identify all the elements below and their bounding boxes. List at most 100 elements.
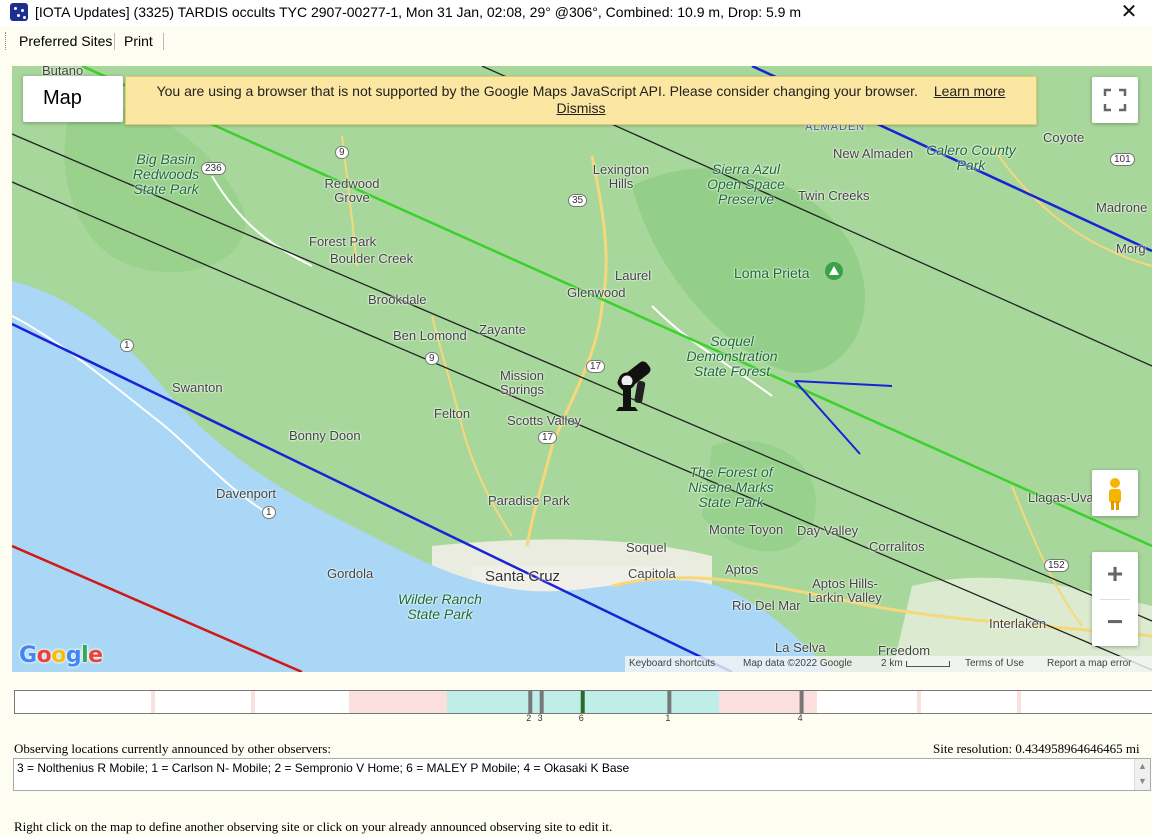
title-bar: [IOTA Updates] (3325) TARDIS occults TYC… <box>0 0 1152 26</box>
map-type-button[interactable]: Map <box>23 76 123 122</box>
instruction-text: Right click on the map to define another… <box>14 819 613 834</box>
zoom-in-button[interactable]: + <box>1092 552 1138 598</box>
zoom-control: + − <box>1092 552 1138 646</box>
place-label: Monte Toyon <box>709 522 784 537</box>
observer-marker-label: 1 <box>665 713 671 723</box>
place-label: Ben Lomond <box>393 328 467 343</box>
star-globe-icon <box>10 3 28 21</box>
banner-message: You are using a browser that is not supp… <box>156 83 918 99</box>
route-shield: 9 <box>335 146 349 159</box>
map-data-credit: Map data ©2022 Google <box>743 658 853 669</box>
timeline-bands <box>151 691 1021 713</box>
park-label: Sierra Azul Open Space Preserve <box>707 161 785 207</box>
observer-marker[interactable] <box>539 691 544 713</box>
terms-link[interactable]: Terms of Use <box>965 658 1024 669</box>
route-shield: 236 <box>201 162 226 175</box>
menu-bar: Preferred Sites Print <box>0 26 1152 56</box>
place-label: Capitola <box>628 566 676 581</box>
zoom-out-button[interactable]: − <box>1092 600 1138 646</box>
park-label: Wilder Ranch State Park <box>398 591 482 622</box>
map-attribution-bar: Keyboard shortcuts Map data ©2022 Google… <box>625 656 1152 672</box>
place-label: Morg <box>1116 241 1146 256</box>
pegman-icon <box>1109 478 1121 510</box>
observer-timeline[interactable] <box>14 690 1152 714</box>
keyboard-shortcuts-link[interactable]: Keyboard shortcuts <box>629 658 715 669</box>
observer-marker-label: 3 <box>537 713 543 723</box>
place-label: Redwood Grove <box>324 176 380 205</box>
learn-more-link[interactable]: Learn more <box>934 83 1006 99</box>
map-type-label: Map <box>43 87 82 109</box>
route-shield: 9 <box>425 352 439 365</box>
place-label: New Almaden <box>833 146 914 161</box>
observer-marker[interactable] <box>799 691 804 713</box>
toolbar-grip[interactable] <box>5 32 8 50</box>
park-label: Soquel Demonstration State Forest <box>686 333 778 379</box>
place-label: Coyote <box>1043 130 1085 145</box>
scale-bar <box>906 661 950 667</box>
place-label: Davenport <box>216 486 276 501</box>
place-label: Soquel <box>626 540 667 555</box>
preferred-sites-menu[interactable]: Preferred Sites <box>19 33 112 49</box>
observers-list: 3 = Nolthenius R Mobile; 1 = Carlson N- … <box>17 761 630 775</box>
place-label: Boulder Creek <box>330 251 414 266</box>
window-title: [IOTA Updates] (3325) TARDIS occults TYC… <box>35 4 801 20</box>
menu-separator <box>114 33 115 50</box>
place-label: Day Valley <box>797 523 859 538</box>
place-label: Aptos <box>725 562 759 577</box>
map-canvas[interactable]: Butano Big Basin Redwoods State Park Red… <box>12 66 1152 672</box>
street-view-button[interactable] <box>1092 470 1138 516</box>
observers-label: Observing locations currently announced … <box>14 741 331 756</box>
route-shield: 17 <box>538 431 558 444</box>
place-label: Interlaken <box>989 616 1047 631</box>
browser-warning-banner: You are using a browser that is not supp… <box>125 76 1037 125</box>
park-label: Big Basin Redwoods State Park <box>132 151 200 197</box>
place-label: Laurel <box>615 268 652 283</box>
place-label: Corralitos <box>869 539 925 554</box>
place-label: Mission Springs <box>499 368 545 397</box>
place-label: Paradise Park <box>488 493 570 508</box>
park-label: Calero County Park <box>926 142 1016 173</box>
fullscreen-button[interactable] <box>1092 77 1138 123</box>
place-label: Bonny Doon <box>289 428 361 443</box>
place-label: Loma Prieta <box>734 265 810 281</box>
place-label: La Selva <box>775 640 826 655</box>
close-icon[interactable]: ✕ <box>1114 1 1144 23</box>
observer-marker-label: 6 <box>578 713 584 723</box>
place-label: Scotts Valley <box>507 413 582 428</box>
place-label: Santa Cruz <box>485 568 561 585</box>
place-label: Forest Park <box>309 234 377 249</box>
observer-marker-label: 2 <box>526 713 532 723</box>
route-shield: 35 <box>568 194 588 207</box>
route-shield: 152 <box>1044 559 1069 572</box>
place-label: Rio Del Mar <box>732 598 801 613</box>
place-label: Felton <box>434 406 471 421</box>
observer-marker[interactable] <box>667 691 672 713</box>
place-label: Zayante <box>479 322 526 337</box>
place-label: Madrone <box>1096 200 1148 215</box>
place-label: Swanton <box>172 380 223 395</box>
route-shield: 1 <box>120 339 134 352</box>
observer-marker-label: 4 <box>797 713 803 723</box>
place-label: Llagas-Uva <box>1028 490 1094 505</box>
place-label: Aptos Hills-Larkin Valley <box>808 576 882 605</box>
observers-list-box[interactable]: 3 = Nolthenius R Mobile; 1 = Carlson N- … <box>13 758 1151 791</box>
place-label: Lexington Hills <box>592 162 650 191</box>
print-menu[interactable]: Print <box>124 33 153 49</box>
route-shield: 1 <box>262 506 276 519</box>
observer-marker[interactable] <box>580 691 585 713</box>
report-error-link[interactable]: Report a map error <box>1047 658 1131 669</box>
place-label: Gordola <box>327 566 374 581</box>
observer-marker[interactable] <box>528 691 533 713</box>
place-label: Twin Creeks <box>798 188 870 203</box>
fullscreen-icon <box>1103 88 1127 112</box>
google-logo[interactable]: Google <box>19 643 103 668</box>
park-label: The Forest of Nisene Marks State Park <box>688 464 774 510</box>
list-scrollbar[interactable]: ▲ ▼ <box>1134 759 1150 790</box>
place-label: Glenwood <box>567 285 626 300</box>
site-resolution: Site resolution: 0.434958964646465 mi <box>933 741 1140 756</box>
place-label: Brookdale <box>368 292 427 307</box>
menu-separator <box>163 33 164 50</box>
route-shield: 101 <box>1110 153 1135 166</box>
dismiss-link[interactable]: Dismiss <box>557 100 606 116</box>
route-shield: 17 <box>586 360 606 373</box>
